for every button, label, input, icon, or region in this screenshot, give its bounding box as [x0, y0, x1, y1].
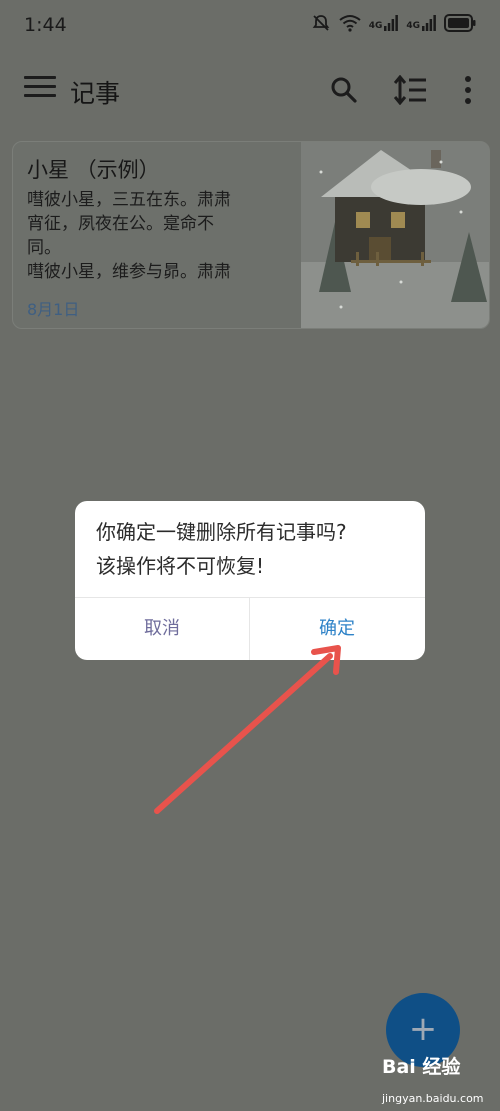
app-bar: 记事 [0, 60, 500, 120]
status-icons: 4G 4G [311, 13, 476, 33]
note-title: 小星 （示例） [27, 158, 160, 182]
dialog-message: 你确定一键删除所有记事吗? 该操作将不可恢复! [96, 515, 416, 583]
note-thumbnail [301, 142, 489, 328]
status-time: 1:44 [24, 14, 67, 36]
confirm-delete-dialog: 你确定一键删除所有记事吗? 该操作将不可恢复! 取消 确定 [75, 501, 425, 660]
signal-4g-icon-2: 4G [406, 15, 436, 31]
watermark-url: jingyan.baidu.com [382, 1092, 484, 1105]
signal-label-2: 4G [406, 21, 420, 31]
snow-cottage-image [301, 142, 489, 328]
dialog-message-line2: 该操作将不可恢复! [96, 554, 265, 578]
more-vert-icon[interactable] [460, 74, 476, 106]
search-icon[interactable] [330, 76, 358, 104]
signal-label: 4G [368, 21, 383, 31]
bell-off-icon [312, 15, 329, 31]
dialog-message-line1: 你确定一键删除所有记事吗? [96, 520, 347, 544]
wifi-icon [339, 15, 361, 32]
note-date: 8月1日 [27, 300, 80, 319]
battery-icon [444, 14, 476, 32]
watermark: Bai 经验 jingyan.baidu.com [382, 1052, 500, 1111]
note-body: 嘒彼小星，三五在东。肃肃 宵征，夙夜在公。寔命不 同。 嘒彼小星，维参与昴。肃肃 [27, 190, 231, 282]
sort-icon[interactable] [394, 75, 428, 105]
confirm-button[interactable]: 确定 [250, 598, 424, 660]
menu-icon[interactable] [24, 76, 56, 104]
cancel-button[interactable]: 取消 [75, 598, 249, 660]
page-title: 记事 [70, 79, 121, 108]
status-bar: 1:44 4G 4G [0, 0, 500, 54]
note-card[interactable]: 小星 （示例） 嘒彼小星，三五在东。肃肃 宵征，夙夜在公。寔命不 同。 嘒彼小星… [12, 141, 490, 329]
watermark-brand: Bai 经验 [382, 1056, 461, 1078]
signal-4g-icon: 4G [369, 15, 399, 31]
